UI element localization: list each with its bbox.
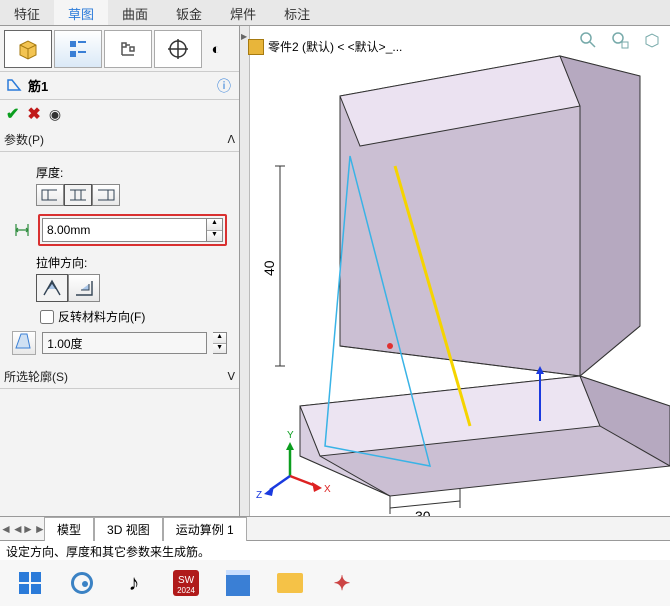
file-explorer-icon[interactable] <box>276 569 304 597</box>
draft-row: ▲▼ <box>12 331 227 355</box>
graphics-viewport[interactable]: 零件2 (默认) < <默认>_... <box>240 26 670 516</box>
bottom-tab-model[interactable]: 模型 <box>44 517 94 541</box>
feature-name: 筋1 <box>28 76 48 95</box>
svg-text:Y: Y <box>287 430 294 441</box>
viewport-toolbar <box>578 30 664 52</box>
flip-material-label: 反转材料方向(F) <box>58 308 145 325</box>
chevron-up-icon: ᐱ <box>227 133 235 146</box>
draft-spinner[interactable]: ▲▼ <box>213 332 227 354</box>
svg-text:40: 40 <box>261 260 277 276</box>
bottom-tab-motion[interactable]: 运动算例 1 <box>163 517 247 541</box>
view-orientation-icon[interactable] <box>642 30 664 52</box>
params-section: 厚度: ▲▼ 拉伸方向: <box>0 152 239 365</box>
tab-surface[interactable]: 曲面 <box>108 0 162 25</box>
tab-scroll-right[interactable]: ►► <box>22 522 44 536</box>
thickness-highlight: ▲▼ <box>38 214 227 246</box>
extrude-dir-normal[interactable] <box>68 274 100 302</box>
bottom-tab-bar: ◄◄ ►► 模型 3D 视图 运动算例 1 <box>0 516 670 540</box>
music-app-icon[interactable]: ♪ <box>120 569 148 597</box>
windows-taskbar: ♪ SW2024 ✦ <box>0 560 670 606</box>
flip-material-row: 反转材料方向(F) <box>40 308 231 325</box>
tab-weldment[interactable]: 焊件 <box>216 0 270 25</box>
tab-sketch[interactable]: 草图 <box>54 0 108 25</box>
draft-icon[interactable] <box>12 331 36 355</box>
chevron-down-icon: ᐯ <box>227 370 235 383</box>
start-button[interactable] <box>16 569 44 597</box>
thickness-side-1[interactable] <box>36 184 64 206</box>
notepad-icon[interactable] <box>224 569 252 597</box>
preview-toggle[interactable]: ◉ <box>49 106 61 123</box>
confirm-row: ✔ ✖ ◉ <box>0 100 239 128</box>
menu-tabs: 特征 草图 曲面 钣金 焊件 标注 <box>0 0 670 26</box>
thickness-input[interactable] <box>42 218 207 242</box>
thickness-side-buttons <box>36 184 231 206</box>
feature-header: 筋1 ⓘ <box>0 72 239 100</box>
bottom-tab-3dview[interactable]: 3D 视图 <box>94 517 163 541</box>
contour-label: 所选轮廓(S) <box>4 368 68 385</box>
extrude-label: 拉伸方向: <box>36 254 231 271</box>
svg-text:X: X <box>324 484 331 495</box>
status-bar: 设定方向、厚度和其它参数来生成筋。 <box>0 540 670 560</box>
params-label: 参数(P) <box>4 131 44 148</box>
thickness-value-row: ▲▼ <box>12 214 227 246</box>
svg-text:30: 30 <box>415 508 431 516</box>
property-manager: ◐ 筋1 ⓘ ✔ ✖ ◉ 参数(P) ᐱ 厚度: <box>0 26 240 516</box>
model-render: 40 30 Y X Z <box>240 26 670 516</box>
tab-annotation[interactable]: 标注 <box>270 0 324 25</box>
thickness-side-2[interactable] <box>92 184 120 206</box>
zoom-area-icon[interactable] <box>610 30 632 52</box>
part-title: 零件2 (默认) < <默认>_... <box>268 38 402 55</box>
panel-tabs-more[interactable]: ◐ <box>204 30 228 68</box>
panel-tabs: ◐ <box>0 26 239 72</box>
draft-input[interactable] <box>42 332 207 354</box>
thickness-spinner[interactable]: ▲▼ <box>207 218 223 242</box>
solidworks-icon[interactable]: SW2024 <box>172 569 200 597</box>
feature-manager-tab[interactable] <box>4 30 52 68</box>
rib-icon <box>6 76 22 95</box>
extrude-dir-buttons <box>36 274 231 302</box>
part-icon <box>248 39 264 55</box>
flip-material-checkbox[interactable] <box>40 310 54 324</box>
property-manager-tab[interactable] <box>54 30 102 68</box>
flyout-collapse[interactable] <box>240 26 250 516</box>
flyout-tree-root[interactable]: 零件2 (默认) < <默认>_... <box>248 38 402 55</box>
cancel-button[interactable]: ✖ <box>27 104 40 124</box>
svg-text:Z: Z <box>256 490 262 501</box>
help-icon[interactable]: ⓘ <box>217 76 231 96</box>
tab-feature[interactable]: 特征 <box>0 0 54 25</box>
ok-button[interactable]: ✔ <box>6 104 19 124</box>
config-manager-tab[interactable] <box>104 30 152 68</box>
params-section-header[interactable]: 参数(P) ᐱ <box>0 128 239 152</box>
thickness-dim-icon <box>12 219 32 241</box>
zoom-fit-icon[interactable] <box>578 30 600 52</box>
tab-sheetmetal[interactable]: 钣金 <box>162 0 216 25</box>
contour-section-header[interactable]: 所选轮廓(S) ᐯ <box>0 365 239 389</box>
edge-icon[interactable] <box>68 569 96 597</box>
thickness-label: 厚度: <box>36 164 231 181</box>
ai-app-icon[interactable]: ✦ <box>328 569 356 597</box>
thickness-side-both[interactable] <box>64 184 92 206</box>
extrude-dir-parallel[interactable] <box>36 274 68 302</box>
dimxpert-tab[interactable] <box>154 30 202 68</box>
tab-scroll-left[interactable]: ◄◄ <box>0 522 22 536</box>
